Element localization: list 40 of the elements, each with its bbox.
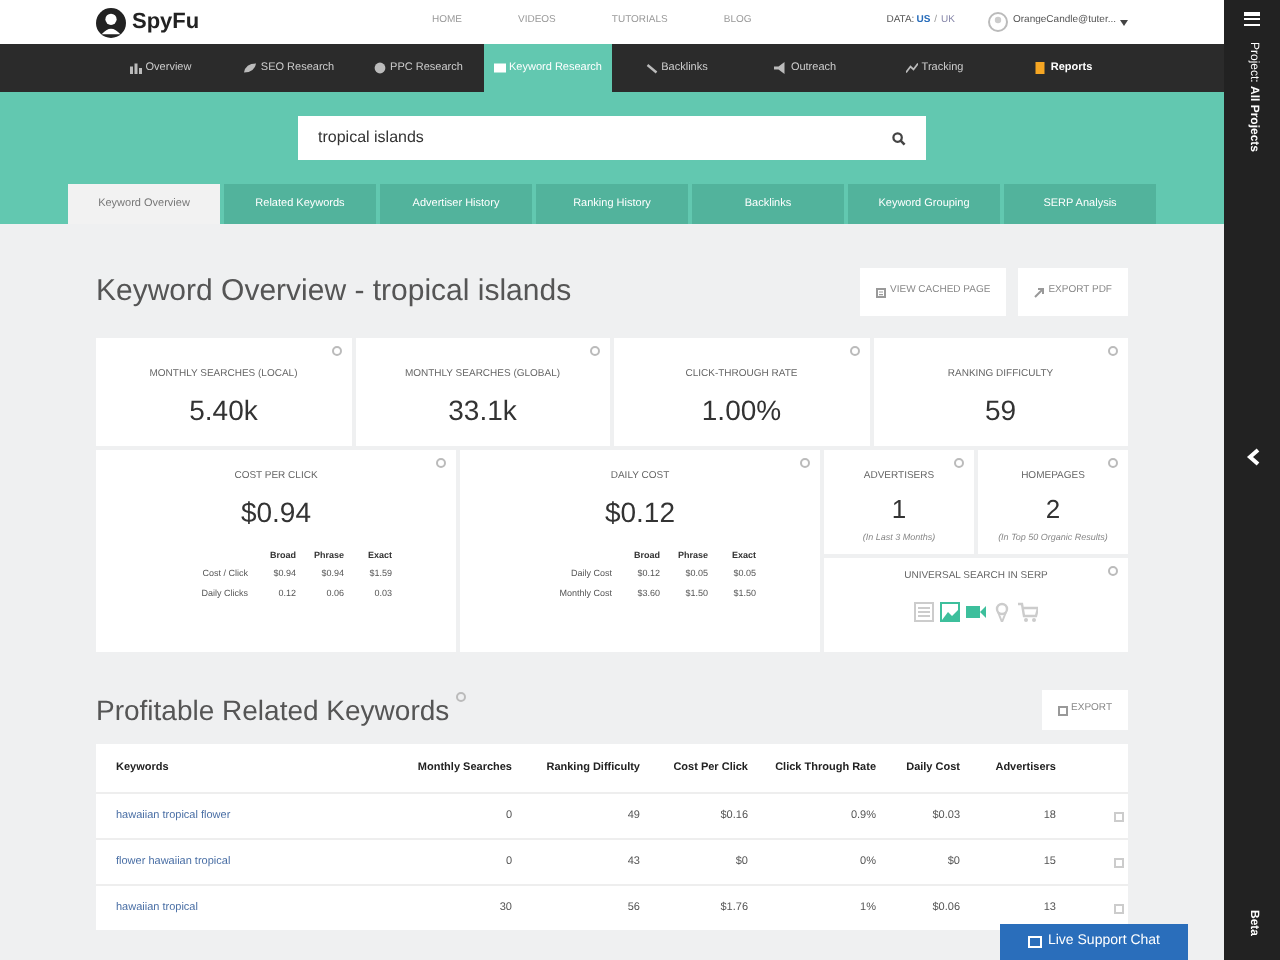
metric-value: 59 xyxy=(984,391,1017,429)
metric-value: 33.1k xyxy=(448,391,517,429)
info-icon xyxy=(455,691,466,701)
info-icon xyxy=(331,346,341,356)
circle-icon xyxy=(374,62,387,74)
info-icon xyxy=(954,458,964,468)
section-title: Profitable Related Keywords xyxy=(96,691,450,730)
page-icon xyxy=(876,287,887,297)
metric-value: $0.12 xyxy=(604,493,676,531)
metric-value: 1.00% xyxy=(701,391,782,429)
search-field[interactable]: tropical islands xyxy=(298,116,926,160)
caret-icon[interactable] xyxy=(1120,19,1128,25)
info-icon xyxy=(849,346,859,356)
info-icon xyxy=(800,458,810,468)
info-icon xyxy=(1108,458,1118,468)
info-icon xyxy=(1108,566,1118,576)
search-icon[interactable] xyxy=(892,131,906,145)
megaphone-icon xyxy=(774,62,787,74)
metric-value: 2 xyxy=(1045,491,1061,527)
logo-text[interactable]: SpyFu xyxy=(132,5,200,39)
info-icon xyxy=(1108,346,1118,356)
download-icon xyxy=(1057,705,1068,715)
search-input[interactable]: tropical islands xyxy=(318,126,858,150)
metric-value: $0.94 xyxy=(240,493,312,531)
bar-chart-icon xyxy=(129,62,142,74)
metric-value: 5.40k xyxy=(189,391,258,429)
menu-icon[interactable] xyxy=(1244,12,1260,26)
document-icon xyxy=(1034,62,1047,74)
metric-value: 1 xyxy=(891,491,907,527)
page-title: Keyword Overview - tropical islands xyxy=(96,271,572,312)
chat-icon xyxy=(1027,935,1042,949)
trend-line-icon xyxy=(905,62,918,74)
slash-icon xyxy=(645,62,658,74)
arrow-icon xyxy=(1034,287,1045,297)
info-icon xyxy=(436,458,446,468)
logo-icon xyxy=(96,7,126,37)
leaf-icon xyxy=(244,62,257,74)
rectangle-icon xyxy=(493,62,506,74)
avatar-icon xyxy=(987,12,1007,32)
info-icon xyxy=(590,346,600,356)
